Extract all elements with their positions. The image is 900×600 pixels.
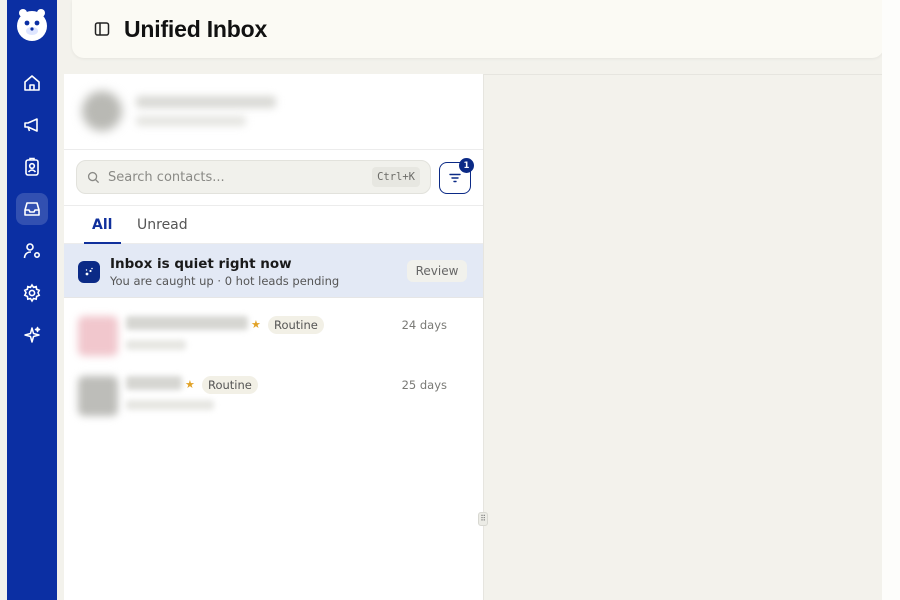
conversation-detail-panel <box>484 74 882 600</box>
sidebar-item-contacts[interactable] <box>16 151 48 183</box>
sidebar-item-ai[interactable] <box>16 319 48 351</box>
search-icon <box>87 171 100 183</box>
sparkles-icon <box>85 267 93 276</box>
avatar <box>78 376 118 416</box>
avatar <box>82 91 122 131</box>
current-account-card[interactable] <box>64 74 483 150</box>
account-detail-redacted <box>136 116 246 126</box>
sidebar-item-home[interactable] <box>16 67 48 99</box>
conversation-list-panel: Search contacts... Ctrl+K 1 All Unread I… <box>64 74 484 600</box>
home-icon <box>24 75 40 91</box>
filter-icon <box>449 173 461 183</box>
mascot-logo-icon <box>17 9 47 41</box>
page-header: Unified Inbox <box>72 0 884 58</box>
conversation-item[interactable]: ★ Routine 25 days <box>64 366 484 424</box>
contact-card-icon <box>25 157 39 176</box>
sparkles-icon <box>24 326 41 343</box>
notice-title: Inbox is quiet right now <box>110 256 292 272</box>
tab-unread[interactable]: Unread <box>137 217 188 233</box>
user-settings-icon <box>23 243 41 259</box>
star-icon: ★ <box>251 318 261 331</box>
sidebar-item-settings[interactable] <box>16 277 48 309</box>
panel-resize-handle[interactable]: ⠿ <box>478 512 488 526</box>
search-input[interactable]: Search contacts... Ctrl+K <box>76 160 431 194</box>
search-placeholder: Search contacts... <box>108 169 225 185</box>
message-preview-redacted <box>126 400 214 410</box>
inbox-status-banner: Inbox is quiet right now You are caught … <box>64 244 483 298</box>
notice-icon-badge <box>78 261 100 283</box>
contact-name-redacted <box>126 316 248 330</box>
filter-count-badge: 1 <box>459 158 474 173</box>
sidebar-item-team[interactable] <box>16 235 48 267</box>
filter-button[interactable]: 1 <box>439 158 474 194</box>
page-title: Unified Inbox <box>124 15 268 42</box>
notice-subtitle: You are caught up · 0 hot leads pending <box>110 274 340 288</box>
search-row: Search contacts... Ctrl+K 1 <box>64 150 483 206</box>
sidebar-rail <box>7 0 57 600</box>
drag-grip-icon: ⠿ <box>480 514 486 523</box>
app-logo[interactable] <box>15 4 49 44</box>
megaphone-icon <box>24 118 38 132</box>
priority-tag: Routine <box>202 376 258 394</box>
conversation-tabs: All Unread <box>64 206 483 244</box>
tab-all[interactable]: All <box>92 217 112 233</box>
priority-tag: Routine <box>268 316 324 334</box>
message-preview-redacted <box>126 340 186 350</box>
gear-icon <box>23 283 41 303</box>
sidebar-item-campaigns[interactable] <box>16 109 48 141</box>
account-name-redacted <box>136 96 276 108</box>
inbox-icon <box>24 202 40 216</box>
star-icon: ★ <box>185 378 195 391</box>
right-edge <box>882 0 900 600</box>
contact-name-redacted <box>126 376 182 390</box>
sidebar-toggle-icon[interactable] <box>94 21 110 37</box>
conversation-item[interactable]: ★ Routine 24 days <box>64 306 484 364</box>
avatar <box>78 316 118 356</box>
conversation-time: 25 days <box>401 378 447 392</box>
conversation-time: 24 days <box>401 318 447 332</box>
sidebar-item-inbox[interactable] <box>16 193 48 225</box>
keyboard-shortcut-hint: Ctrl+K <box>372 167 420 187</box>
review-button[interactable]: Review <box>407 260 467 282</box>
